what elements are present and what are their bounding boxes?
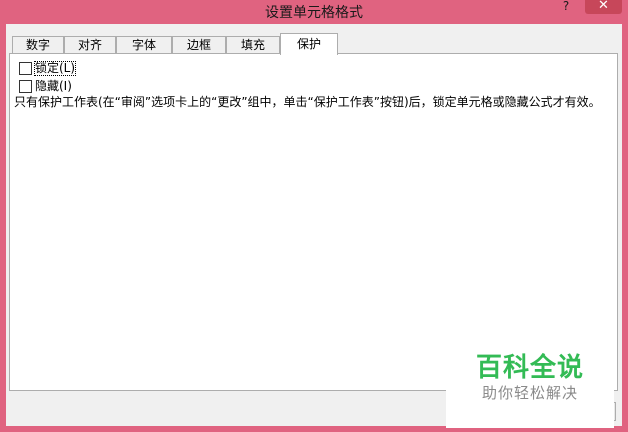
dialog-title: 设置单元格格式 [265, 5, 363, 21]
title-bar: 设置单元格格式 ? ✕ [0, 0, 628, 24]
tab-protection[interactable]: 保护 [280, 33, 338, 55]
hidden-option[interactable]: 隐藏(I) [19, 79, 72, 94]
watermark-logo: 百科全说 助你轻松解决 [446, 342, 614, 428]
hidden-checkbox[interactable] [19, 80, 32, 93]
dialog-body: 数字 对齐 字体 边框 填充 保护 锁定(L) 隐藏(I) 只有保护工作表(在“… [6, 24, 622, 428]
close-button[interactable]: ✕ [585, 0, 622, 14]
hidden-label[interactable]: 隐藏(I) [35, 80, 72, 93]
tab-number[interactable]: 数字 [12, 36, 64, 54]
protection-note: 只有保护工作表(在“审阅”选项卡上的“更改”组中，单击“保护工作表”按钮)后，锁… [14, 95, 601, 109]
tab-fill[interactable]: 填充 [226, 36, 280, 54]
close-icon: ✕ [598, 0, 609, 13]
help-button[interactable]: ? [554, 0, 578, 16]
locked-label[interactable]: 锁定(L) [33, 61, 77, 76]
locked-option[interactable]: 锁定(L) [19, 61, 77, 76]
protection-panel: 锁定(L) 隐藏(I) 只有保护工作表(在“审阅”选项卡上的“更改”组中，单击“… [9, 53, 618, 391]
watermark-subtitle: 助你轻松解决 [481, 384, 578, 402]
tab-border[interactable]: 边框 [172, 36, 226, 54]
tab-alignment[interactable]: 对齐 [64, 36, 116, 54]
tab-font[interactable]: 字体 [116, 36, 172, 54]
watermark-title: 百科全说 [475, 353, 584, 383]
locked-checkbox[interactable] [19, 62, 32, 75]
